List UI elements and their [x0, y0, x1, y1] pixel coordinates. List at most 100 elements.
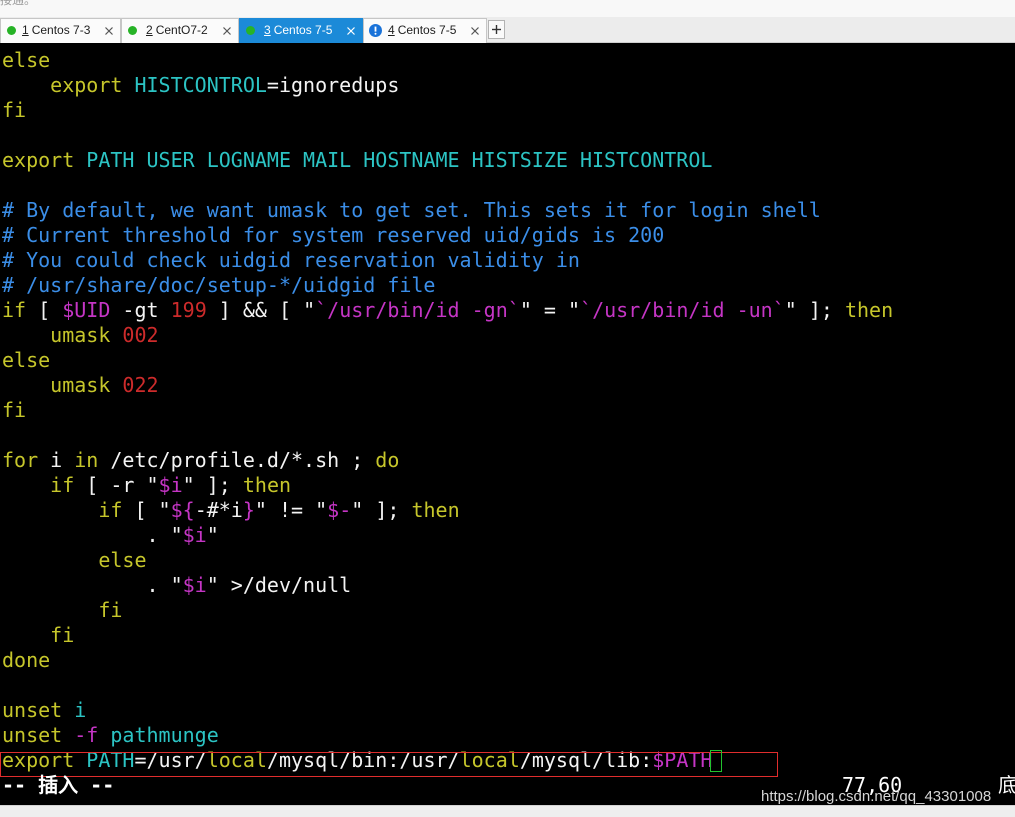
connection-status-text: 接通。	[0, 0, 37, 7]
code-token: then	[411, 498, 460, 522]
close-icon[interactable]	[471, 27, 479, 35]
alert-icon	[369, 24, 382, 37]
session-tab-bar: 1 Centos 7-3 2 CentO7-2 3 Centos 7-5 4 Cento…	[0, 17, 1015, 43]
code-token: " = "	[519, 298, 581, 322]
terminal-line: else	[2, 548, 893, 573]
code-token: # You could check uidgid reservation val…	[2, 248, 580, 272]
terminal-line: # Current threshold for system reserved …	[2, 223, 893, 248]
connected-dot-icon	[128, 26, 137, 35]
tab-label: 3 Centos 7-5	[264, 19, 332, 42]
code-token: 199	[170, 298, 207, 322]
code-token: fi	[2, 98, 27, 122]
bottom-status-bar	[0, 805, 1015, 817]
code-token: 022	[122, 373, 159, 397]
tab-label: 2 CentO7-2	[146, 19, 208, 42]
code-token: /etc/profile.d/*.sh ;	[98, 448, 376, 472]
tab-session-2[interactable]: 2 CentO7-2	[121, 18, 239, 43]
code-token: pathmunge	[110, 723, 219, 747]
code-token: $i	[182, 523, 207, 547]
tab-session-4[interactable]: 4 Centos 7-5	[363, 18, 487, 43]
terminal-line: if [ "${-#*i}" != "$-" ]; then	[2, 498, 893, 523]
terminal-line: fi	[2, 398, 893, 423]
close-icon[interactable]	[105, 27, 113, 35]
code-token: fi	[2, 398, 27, 422]
terminal-line: export PATH USER LOGNAME MAIL HOSTNAME H…	[2, 148, 893, 173]
code-token: ${	[170, 498, 195, 522]
code-token: unset	[2, 723, 75, 747]
plus-icon	[492, 25, 501, 34]
code-token: unset	[2, 698, 75, 722]
code-token: fi	[2, 623, 75, 647]
connected-dot-icon	[7, 26, 16, 35]
vim-mode-indicator: -- 插入 --	[2, 773, 115, 797]
terminal-line: fi	[2, 598, 893, 623]
terminal-line: for i in /etc/profile.d/*.sh ; do	[2, 448, 893, 473]
code-token: -f	[74, 723, 111, 747]
code-token: if	[2, 473, 75, 497]
code-token: for	[2, 448, 39, 472]
scroll-position: 底	[998, 773, 1015, 797]
code-token: $i	[158, 473, 183, 497]
code-token: then	[242, 473, 292, 497]
tab-label: 1 Centos 7-3	[22, 19, 90, 42]
code-token: [	[26, 298, 63, 322]
text-cursor	[710, 750, 722, 772]
code-token: export	[2, 73, 135, 97]
code-token: `/usr/bin/id -un`	[580, 298, 785, 322]
close-icon[interactable]	[347, 27, 355, 35]
terminal-line: # /usr/share/doc/setup-*/uidgid file	[2, 273, 893, 298]
code-token: " ];	[784, 298, 845, 322]
code-token: # By default, we want umask to get set. …	[2, 198, 821, 222]
code-token: else	[2, 548, 147, 572]
tab-session-1[interactable]: 1 Centos 7-3	[0, 18, 121, 43]
tab-shortcut-key: 2	[146, 23, 153, 37]
code-token: HISTCONTROL	[134, 73, 267, 97]
code-token: -gt	[110, 298, 171, 322]
code-token: " ];	[182, 473, 243, 497]
terminal-line: unset i	[2, 698, 893, 723]
code-token: ] && [ "	[206, 298, 316, 322]
tab-title: Centos 7-5	[273, 23, 333, 37]
terminal-line: # You could check uidgid reservation val…	[2, 248, 893, 273]
terminal-line: umask 022	[2, 373, 893, 398]
code-token: i	[74, 698, 87, 722]
watermark: https://blog.csdn.net/qq_43301008	[761, 788, 992, 805]
code-token: if	[2, 298, 27, 322]
terminal-view[interactable]: else export HISTCONTROL=ignoredups fi expo…	[0, 43, 1015, 805]
close-icon[interactable]	[223, 27, 231, 35]
code-token: [ -r "	[74, 473, 159, 497]
tab-title: Centos 7-3	[31, 23, 91, 37]
code-token: `/usr/bin/id -gn`	[315, 298, 520, 322]
terminal-line: if [ -r "$i" ]; then	[2, 473, 893, 498]
terminal-line: # By default, we want umask to get set. …	[2, 198, 893, 223]
code-token: " != "	[254, 498, 328, 522]
code-token: i	[38, 448, 75, 472]
terminal-line: fi	[2, 98, 893, 123]
tab-shortcut-key: 4	[388, 23, 395, 37]
code-token: fi	[2, 598, 123, 622]
code-token: . "	[2, 573, 183, 597]
terminal-line: else	[2, 48, 893, 73]
terminal-line: done	[2, 648, 893, 673]
terminal-line: else	[2, 348, 893, 373]
tab-shortcut-key: 1	[22, 23, 29, 37]
terminal-line: . "$i" >/dev/null	[2, 573, 893, 598]
code-token: umask	[2, 373, 123, 397]
tab-shortcut-key: 3	[264, 23, 271, 37]
tab-title: CentO7-2	[155, 23, 208, 37]
new-tab-button[interactable]	[488, 20, 505, 39]
code-token: $-	[327, 498, 352, 522]
code-token: umask	[2, 323, 123, 347]
code-token: do	[375, 448, 400, 472]
code-token: if	[2, 498, 123, 522]
code-token: PATH USER LOGNAME MAIL HOSTNAME HISTSIZE…	[74, 148, 713, 172]
code-token: then	[844, 298, 894, 322]
code-token: else	[2, 348, 51, 372]
terminal-line: fi	[2, 623, 893, 648]
tab-session-3[interactable]: 3 Centos 7-5	[239, 18, 363, 43]
code-token: " >/dev/null	[206, 573, 352, 597]
tab-title: Centos 7-5	[397, 23, 457, 37]
